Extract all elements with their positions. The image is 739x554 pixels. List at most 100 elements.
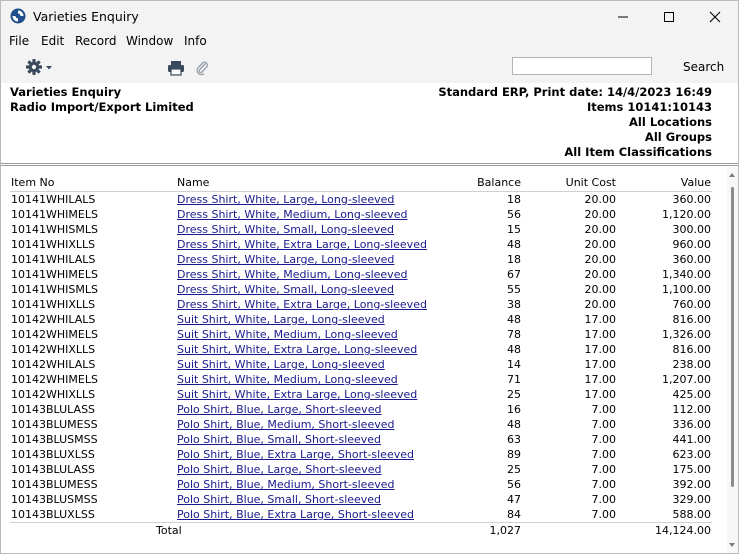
total-divider [10,522,712,523]
item-no-cell: 10142WHIXLLS [11,388,96,401]
item-name-link[interactable]: Dress Shirt, White, Small, Long-sleeved [177,282,394,297]
value-cell: 336.00 [672,418,712,431]
balance-cell: 48 [507,238,521,251]
item-name-link[interactable]: Polo Shirt, Blue, Extra Large, Short-sle… [177,447,414,462]
item-name-link[interactable]: Suit Shirt, White, Large, Long-sleeved [177,357,385,372]
col-name: Name [177,176,210,189]
item-name-link[interactable]: Dress Shirt, White, Medium, Long-sleeved [177,207,407,222]
value-cell: 360.00 [672,253,712,266]
table-row[interactable]: 10142WHIMELS Suit Shirt, White, Medium, L… [1,372,727,387]
table-row[interactable]: 10143BLUSMSS Polo Shirt, Blue, Small, Sho… [1,492,727,507]
value-cell: 623.00 [672,448,712,461]
item-name-link[interactable]: Polo Shirt, Blue, Large, Short-sleeved [177,402,381,417]
item-name-link[interactable]: Dress Shirt, White, Extra Large, Long-sl… [177,237,427,252]
col-unit-cost: Unit Cost [565,176,616,189]
table-row[interactable]: 10141WHIXLLS Dress Shirt, White, Extra La… [1,237,727,252]
item-name-link[interactable]: Polo Shirt, Blue, Large, Short-sleeved [177,462,381,477]
item-name-link[interactable]: Suit Shirt, White, Extra Large, Long-sle… [177,342,417,357]
item-name-link[interactable]: Polo Shirt, Blue, Small, Short-sleeved [177,432,381,447]
item-name-link[interactable]: Suit Shirt, White, Extra Large, Long-sle… [177,387,417,402]
menu-record[interactable]: Record [75,34,116,48]
balance-cell: 25 [507,463,521,476]
groups-filter: All Groups [644,130,712,144]
report-title: Varieties Enquiry [10,85,122,99]
item-name-link[interactable]: Suit Shirt, White, Medium, Long-sleeved [177,372,398,387]
paperclip-icon[interactable] [194,59,210,77]
item-no-cell: 10142WHIMELS [11,328,98,341]
search-input[interactable] [512,57,652,75]
balance-cell: 71 [507,373,521,386]
value-cell: 329.00 [672,493,712,506]
printer-icon[interactable] [167,60,185,76]
table-row[interactable]: 10141WHISMLS Dress Shirt, White, Small, L… [1,282,727,297]
close-icon [709,11,721,22]
table-row[interactable]: 10143BLUXLSS Polo Shirt, Blue, Extra Larg… [1,447,727,462]
print-info: Standard ERP, Print date: 14/4/2023 16:4… [438,85,712,99]
balance-cell: 48 [507,313,521,326]
item-no-cell: 10143BLUXLSS [11,448,95,461]
value-cell: 1,340.00 [662,268,711,281]
menu-file[interactable]: File [9,34,29,48]
balance-cell: 15 [507,223,521,236]
scroll-thumb[interactable] [731,187,734,487]
classifications-filter: All Item Classifications [564,145,712,159]
value-cell: 360.00 [672,193,712,206]
scroll-up-arrow[interactable] [729,173,735,177]
item-name-link[interactable]: Polo Shirt, Blue, Medium, Short-sleeved [177,477,394,492]
value-cell: 1,120.00 [662,208,711,221]
item-name-link[interactable]: Dress Shirt, White, Large, Long-sleeved [177,252,394,267]
item-name-link[interactable]: Dress Shirt, White, Extra Large, Long-sl… [177,297,427,312]
menu-edit[interactable]: Edit [41,34,64,48]
table-row[interactable]: 10141WHIMELS Dress Shirt, White, Medium, … [1,267,727,282]
table-row[interactable]: 10143BLUXLSS Polo Shirt, Blue, Extra Larg… [1,507,727,522]
table-row[interactable]: 10141WHIXLLS Dress Shirt, White, Extra La… [1,297,727,312]
total-balance: 1,027 [489,524,522,537]
balance-cell: 56 [507,478,521,491]
table-row[interactable]: 10143BLUSMSS Polo Shirt, Blue, Small, Sho… [1,432,727,447]
item-name-link[interactable]: Dress Shirt, White, Large, Long-sleeved [177,192,394,207]
unit-cost-cell: 17.00 [584,328,617,341]
search-button[interactable]: Search [683,60,724,74]
item-name-link[interactable]: Suit Shirt, White, Medium, Long-sleeved [177,327,398,342]
report-table: Item No Name Balance Unit Cost Value 101… [1,167,727,553]
gear-icon [26,59,52,75]
item-name-link[interactable]: Polo Shirt, Blue, Medium, Short-sleeved [177,417,394,432]
vertical-scrollbar[interactable] [727,167,738,553]
item-no-cell: 10141WHIMELS [11,208,98,221]
operations-menu-button[interactable] [25,58,55,78]
table-row[interactable]: 10142WHIXLLS Suit Shirt, White, Extra Lar… [1,342,727,357]
menu-info[interactable]: Info [184,34,207,48]
minimize-button[interactable] [600,1,646,32]
maximize-icon [664,11,674,22]
table-row[interactable]: 10142WHILALS Suit Shirt, White, Large, Lo… [1,312,727,327]
menu-window[interactable]: Window [126,34,173,48]
item-name-link[interactable]: Polo Shirt, Blue, Extra Large, Short-sle… [177,507,414,522]
item-name-link[interactable]: Dress Shirt, White, Small, Long-sleeved [177,222,394,237]
table-row[interactable]: 10143BLUMESS Polo Shirt, Blue, Medium, Sh… [1,417,727,432]
table-row[interactable]: 10143BLULASS Polo Shirt, Blue, Large, Sho… [1,462,727,477]
item-name-link[interactable]: Polo Shirt, Blue, Small, Short-sleeved [177,492,381,507]
scroll-down-arrow[interactable] [729,543,735,547]
value-cell: 1,207.00 [662,373,711,386]
items-range: Items 10141:10143 [586,100,712,114]
maximize-button[interactable] [646,1,692,32]
close-button[interactable] [692,1,738,32]
table-row[interactable]: 10142WHIMELS Suit Shirt, White, Medium, L… [1,327,727,342]
table-row[interactable]: 10141WHILALS Dress Shirt, White, Large, L… [1,192,727,207]
table-row[interactable]: 10141WHIMELS Dress Shirt, White, Medium, … [1,207,727,222]
unit-cost-cell: 7.00 [591,463,617,476]
item-no-cell: 10141WHISMLS [11,283,98,296]
table-row[interactable]: 10141WHILALS Dress Shirt, White, Large, L… [1,252,727,267]
value-cell: 588.00 [672,508,712,521]
table-row[interactable]: 10143BLULASS Polo Shirt, Blue, Large, Sho… [1,402,727,417]
table-row[interactable]: 10142WHIXLLS Suit Shirt, White, Extra Lar… [1,387,727,402]
table-row[interactable]: 10141WHISMLS Dress Shirt, White, Small, L… [1,222,727,237]
item-name-link[interactable]: Dress Shirt, White, Medium, Long-sleeved [177,267,407,282]
table-row[interactable]: 10143BLUMESS Polo Shirt, Blue, Medium, Sh… [1,477,727,492]
item-no-cell: 10142WHILALS [11,358,96,371]
app-icon [10,8,26,24]
item-no-cell: 10143BLUXLSS [11,508,95,521]
balance-cell: 56 [507,208,521,221]
item-name-link[interactable]: Suit Shirt, White, Large, Long-sleeved [177,312,385,327]
table-row[interactable]: 10142WHILALS Suit Shirt, White, Large, Lo… [1,357,727,372]
